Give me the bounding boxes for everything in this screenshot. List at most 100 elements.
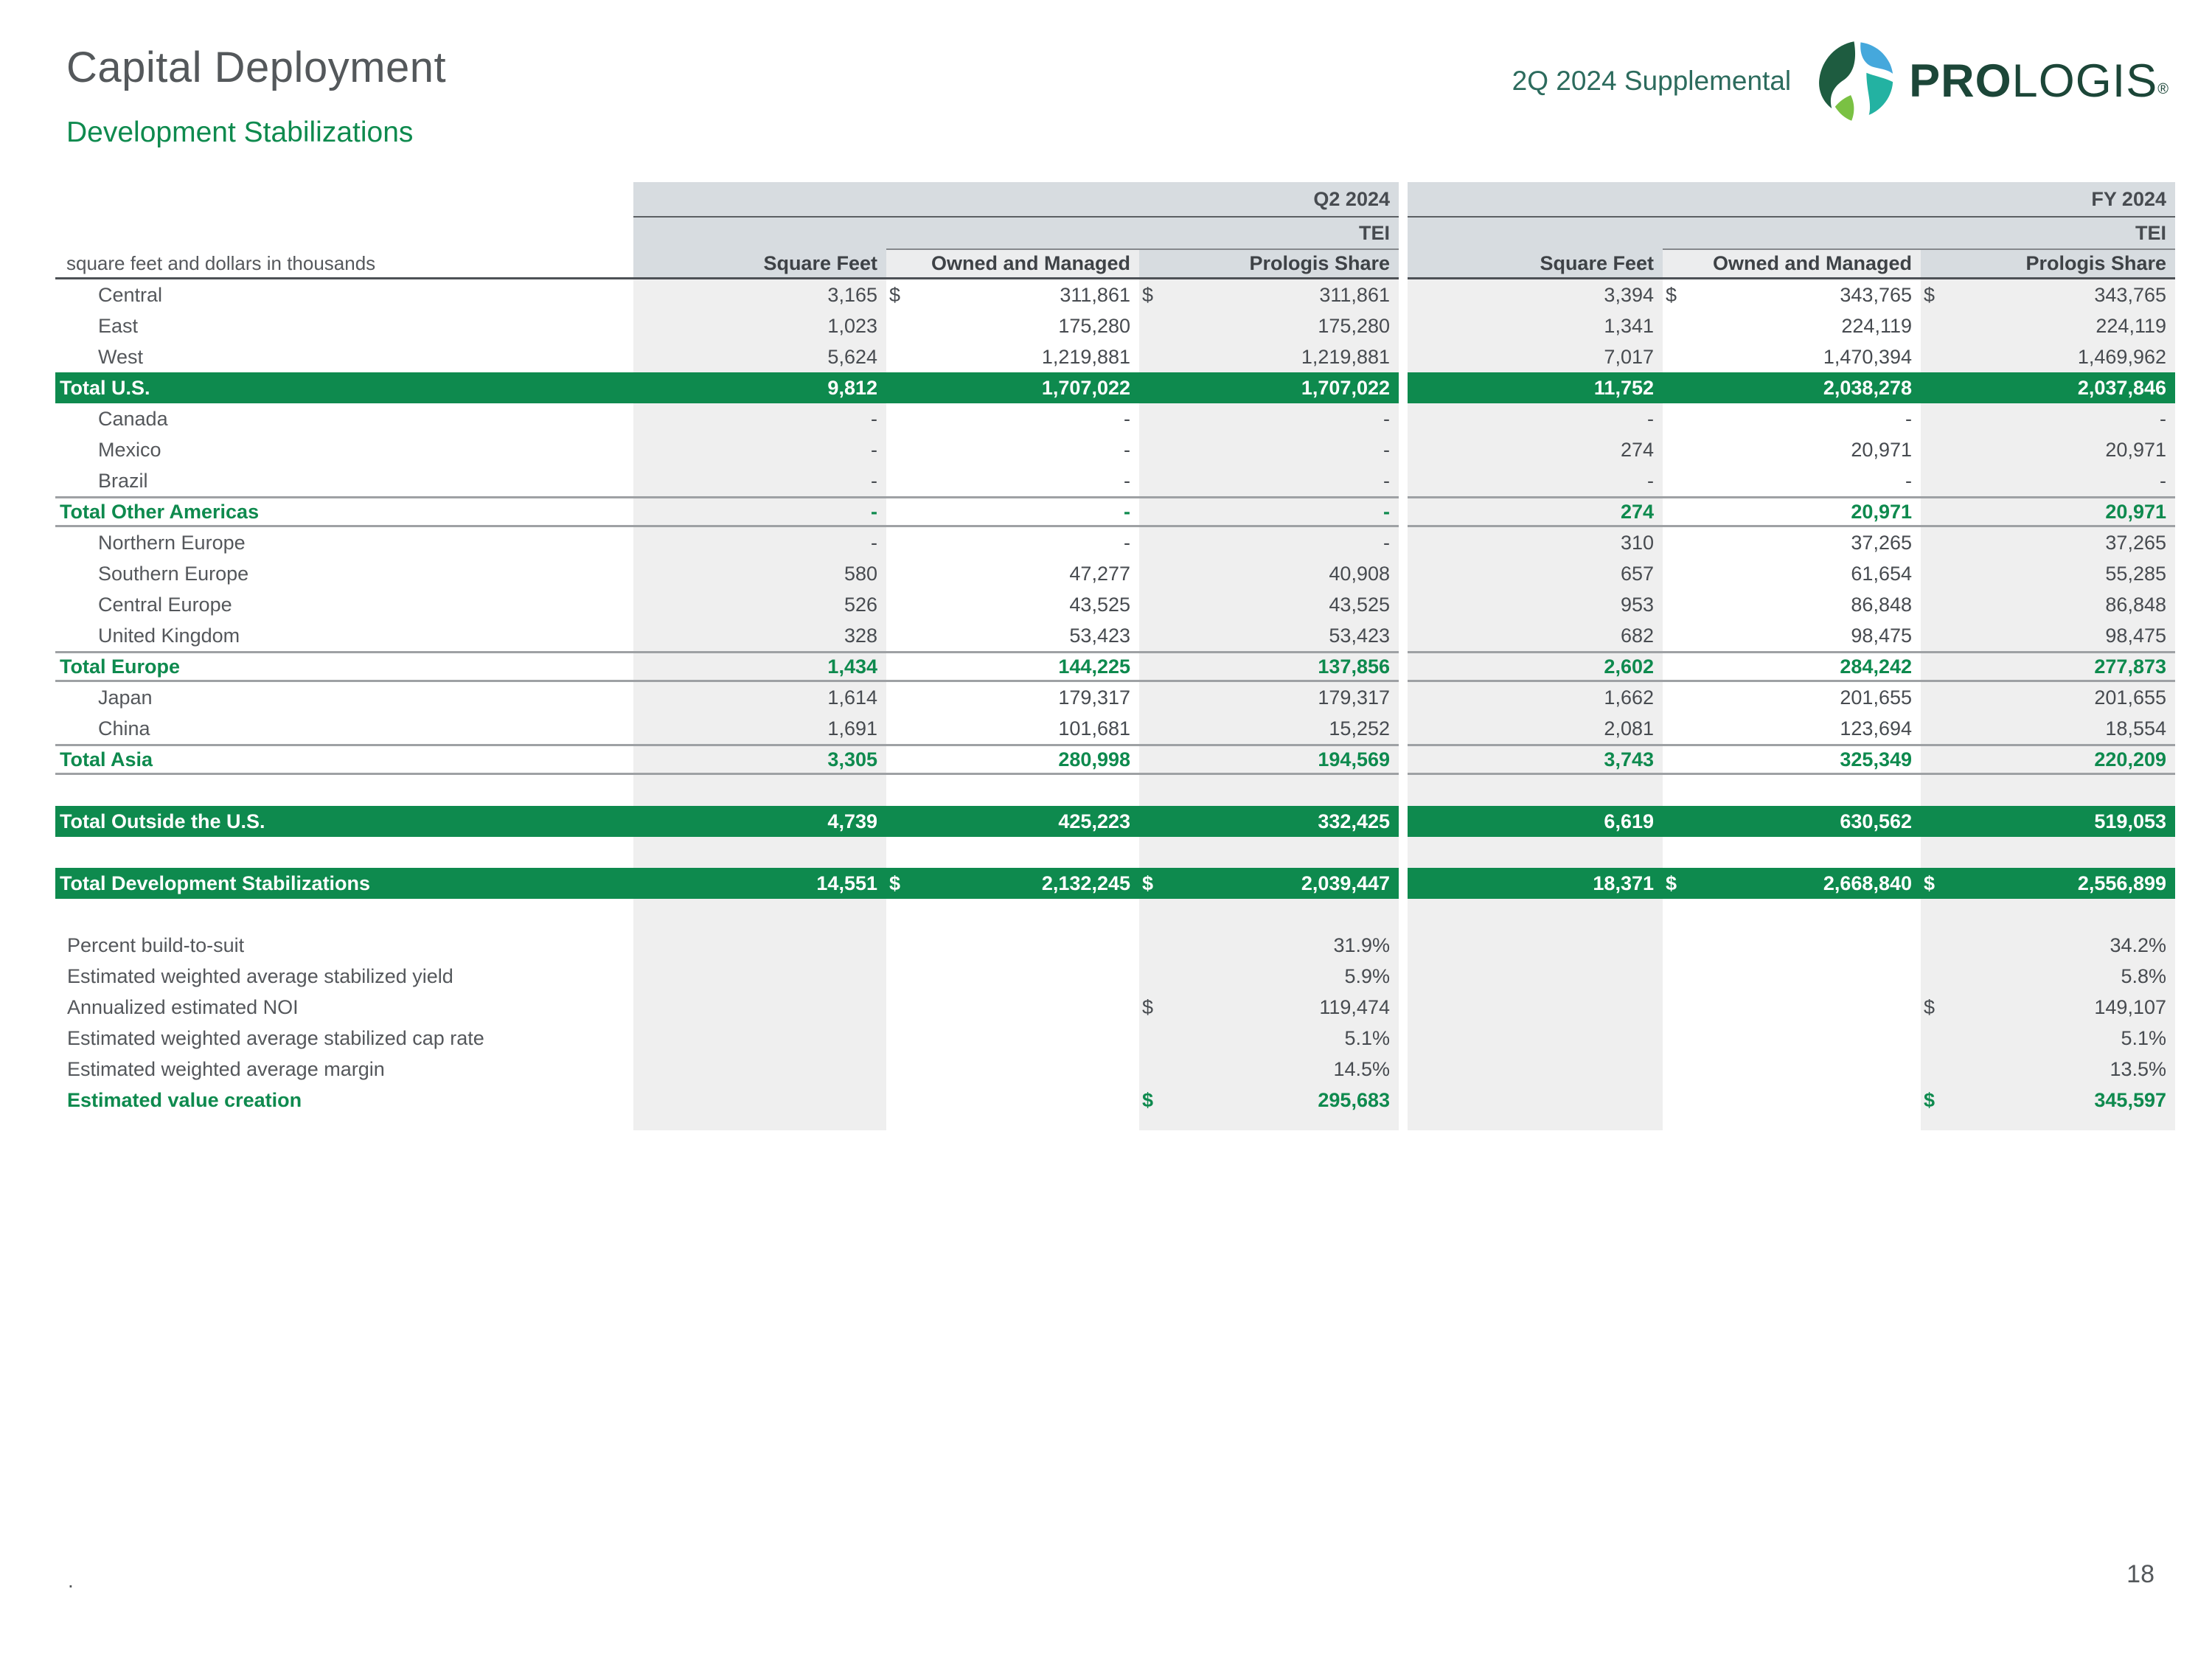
cell-fy-ps: 18,554 [1921,713,2175,744]
cell-fy-sf [1408,899,1663,930]
cell-q2-ps: 5.1% [1139,1023,1399,1054]
tei-cell-fy-om [1663,218,1921,250]
group-gap [1399,403,1408,434]
table-row-china: China1,691101,68115,2522,081123,69418,55… [55,713,2175,744]
group-gap [1399,806,1408,837]
group-gap [1399,775,1408,806]
cell-q2-sf [633,775,886,806]
cell-q2-ps: 15,252 [1139,713,1399,744]
dollar-sign: $ [1139,1089,1153,1112]
cell-q2-om: 53,423 [886,620,1139,651]
cell-fy-om: $2,668,840 [1663,868,1921,899]
cell-fy-om [1663,775,1921,806]
registered-mark: ® [2157,81,2169,97]
unit-note: square feet and dollars in thousands [55,250,633,279]
cell-fy-ps: 2,037,846 [1921,372,2175,403]
cell-fy-sf [1408,1116,1663,1130]
amount-with-dollar: $119,474 [1139,996,1390,1019]
tei-cell-fy-ps: TEI [1921,218,2175,250]
amount-with-dollar: $311,861 [886,284,1130,307]
amount-value: 343,765 [1840,284,1912,307]
cell-fy-sf: - [1408,403,1663,434]
row-label: United Kingdom [55,620,633,651]
group-gap [1399,434,1408,465]
cell-q2-ps: - [1139,496,1399,527]
cell-q2-ps: $311,861 [1139,279,1399,310]
cell-fy-om: 86,848 [1663,589,1921,620]
cell-q2-om: 175,280 [886,310,1139,341]
brand-logis: LOGIS [2012,55,2158,107]
cell-q2-ps: $2,039,447 [1139,868,1399,899]
cell-fy-om: 201,655 [1663,682,1921,713]
table-row-west: West5,6241,219,8811,219,8817,0171,470,39… [55,341,2175,372]
cell-fy-ps: $2,556,899 [1921,868,2175,899]
cell-fy-om [1663,992,1921,1023]
cell-q2-sf [633,992,886,1023]
cell-fy-om: - [1663,465,1921,496]
cell-fy-sf [1408,961,1663,992]
cell-fy-om: 37,265 [1663,527,1921,558]
group-gap [1399,837,1408,868]
cell-q2-ps: - [1139,403,1399,434]
amount-value: 311,861 [1319,284,1390,307]
cell-fy-ps: 519,053 [1921,806,2175,837]
cell-fy-ps: 20,971 [1921,434,2175,465]
table-header-tei-row: TEI TEI [55,218,2175,250]
row-label: Canada [55,403,633,434]
group-gap [1399,1054,1408,1085]
dollar-sign: $ [1921,1089,1935,1112]
group-gap [1399,527,1408,558]
cell-q2-ps: $295,683 [1139,1085,1399,1116]
cell-fy-sf [1408,775,1663,806]
cell-fy-ps: $345,597 [1921,1085,2175,1116]
cell-fy-om [1663,1085,1921,1116]
group-gap [1399,899,1408,930]
cell-q2-om: - [886,496,1139,527]
tei-cell-q2-ps: TEI [1139,218,1399,250]
row-label: Total Development Stabilizations [55,868,633,899]
table-row-estimated-value-creation: Estimated value creation$295,683$345,597 [55,1085,2175,1116]
cell-q2-ps: 5.9% [1139,961,1399,992]
cell-fy-sf: 2,081 [1408,713,1663,744]
cell-q2-ps: 31.9% [1139,930,1399,961]
cell-fy-om [1663,1023,1921,1054]
table-row-total-development-stabilizations: Total Development Stabilizations14,551$2… [55,868,2175,899]
table-row-northern-europe: Northern Europe---31037,26537,265 [55,527,2175,558]
cell-q2-sf [633,899,886,930]
table-row-total-other-americas: Total Other Americas---27420,97120,971 [55,496,2175,527]
cell-q2-sf [633,1116,886,1130]
table-row-pad [55,1116,2175,1130]
row-label: West [55,341,633,372]
cell-q2-om [886,992,1139,1023]
cell-fy-sf: 2,602 [1408,651,1663,682]
amount-value: 149,107 [2094,996,2166,1019]
cell-q2-om: 144,225 [886,651,1139,682]
cell-fy-sf: 274 [1408,434,1663,465]
dollar-sign: $ [1139,996,1153,1019]
amount-value: 345,597 [2094,1089,2166,1112]
cell-fy-ps [1921,775,2175,806]
supplemental-label: 2Q 2024 Supplemental [1512,66,1792,97]
amount-value: 295,683 [1318,1089,1390,1112]
cell-q2-om: - [886,465,1139,496]
brand-pro: PRO [1909,55,2012,107]
cell-fy-ps: 5.8% [1921,961,2175,992]
cell-fy-om: 630,562 [1663,806,1921,837]
cell-fy-ps: 220,209 [1921,744,2175,775]
group-gap [1399,279,1408,310]
group-gap [1399,992,1408,1023]
table-row-estimated-weighted-average-stabilized-cap-rate: Estimated weighted average stabilized ca… [55,1023,2175,1054]
cell-q2-ps [1139,837,1399,868]
cell-q2-sf: 580 [633,558,886,589]
table-header-columns-row: square feet and dollars in thousandsSqua… [55,250,2175,279]
amount-with-dollar: $311,861 [1139,284,1390,307]
cell-fy-sf: 1,341 [1408,310,1663,341]
cell-q2-ps: 175,280 [1139,310,1399,341]
cell-q2-om: 47,277 [886,558,1139,589]
cell-fy-ps: - [1921,465,2175,496]
cell-fy-sf: 18,371 [1408,868,1663,899]
page-subtitle: Development Stabilizations [66,116,413,149]
cell-q2-sf: 1,614 [633,682,886,713]
cell-fy-sf: 682 [1408,620,1663,651]
cell-q2-ps [1139,775,1399,806]
